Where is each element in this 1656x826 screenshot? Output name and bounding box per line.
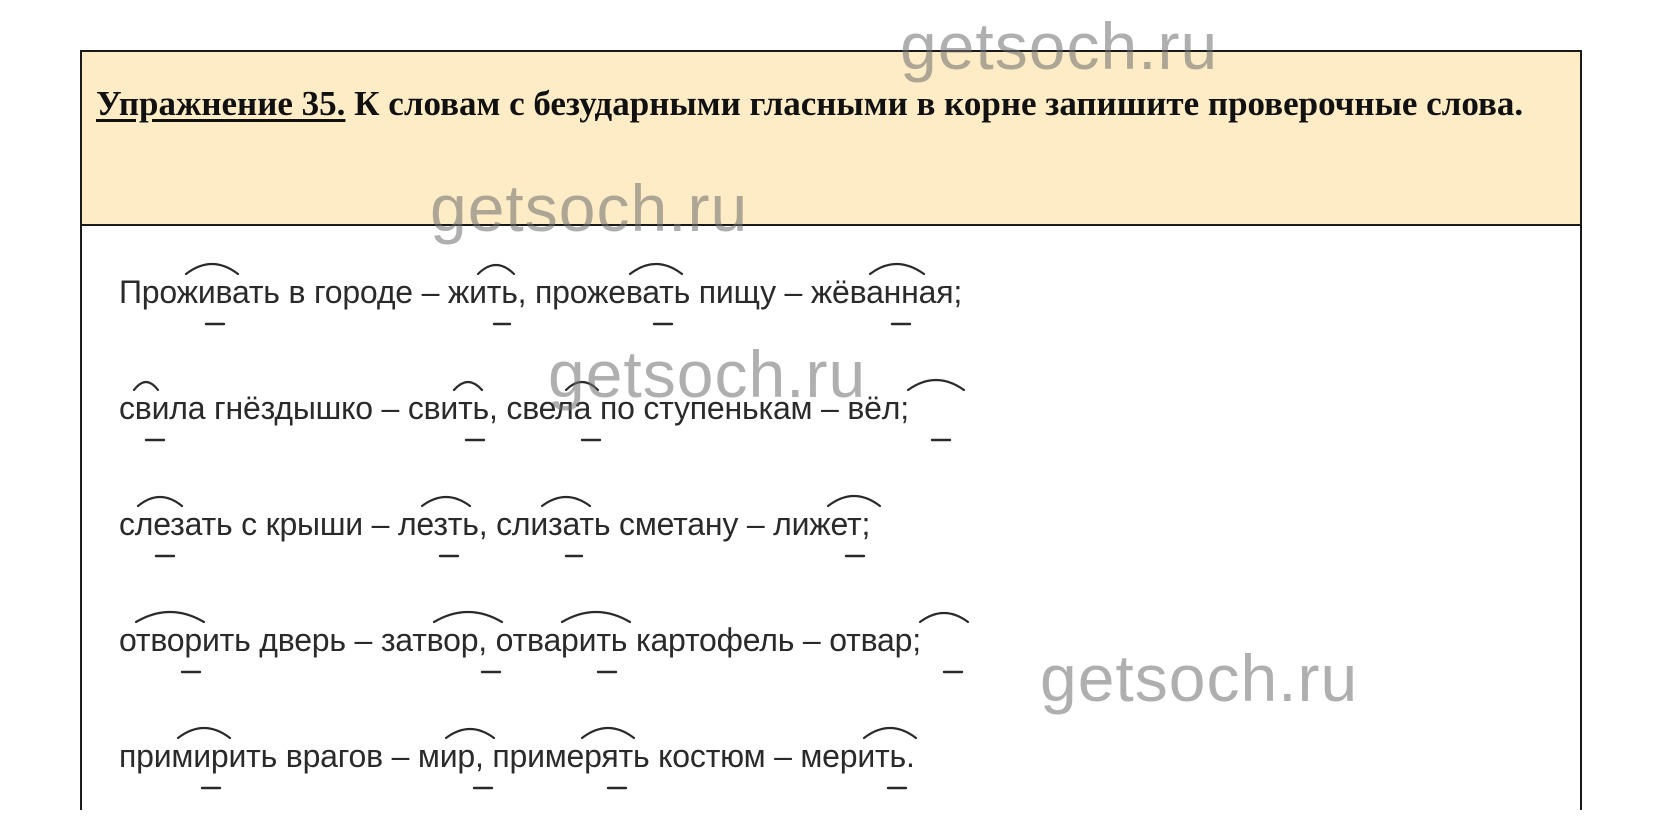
root-arc-mark	[862, 726, 918, 740]
watermark-top: getsoch.ru	[900, 9, 1219, 83]
root-arc-mark	[432, 611, 504, 624]
answer-line-3: слезать с крыши – лезть, слизать сметану…	[119, 506, 871, 542]
root-arc-mark	[136, 495, 184, 508]
root-arc-mark	[628, 262, 684, 276]
answer-line-1: Проживать в городе – жить, прожевать пищ…	[119, 274, 963, 310]
answer-line-4: отворить дверь – затвор, отварить картоф…	[119, 622, 921, 658]
watermark-center: getsoch.ru	[548, 337, 867, 411]
watermark-lower-right: getsoch.ru	[1040, 641, 1359, 715]
root-arc-mark	[540, 495, 592, 508]
answer-line-5: примирить врагов – мир, примерять костюм…	[119, 738, 915, 774]
exercise-number: Упражнение 35.	[96, 84, 346, 123]
root-arc-mark	[580, 726, 636, 740]
root-arc-mark	[906, 379, 966, 392]
root-arc-mark	[176, 726, 232, 740]
watermark-upper-left: getsoch.ru	[430, 171, 749, 245]
root-arc-mark	[444, 727, 496, 740]
root-arc-mark	[476, 263, 516, 276]
root-arc-mark	[918, 611, 970, 624]
root-arc-mark	[452, 380, 484, 392]
root-arc-mark	[560, 611, 632, 624]
root-arc-mark	[826, 494, 882, 508]
answer-body: Проживать в городе – жить, прожевать пищ…	[82, 226, 1580, 810]
root-arc-mark	[868, 262, 926, 276]
root-arc-mark	[134, 611, 206, 624]
root-arc-mark	[420, 495, 472, 508]
root-arc-mark	[184, 262, 240, 276]
exercise-header: Упражнение 35. К словам с безударными гл…	[82, 52, 1580, 226]
exercise-instruction: К словам с безударными гласными в корне …	[354, 84, 1524, 123]
root-arc-mark	[132, 380, 160, 392]
